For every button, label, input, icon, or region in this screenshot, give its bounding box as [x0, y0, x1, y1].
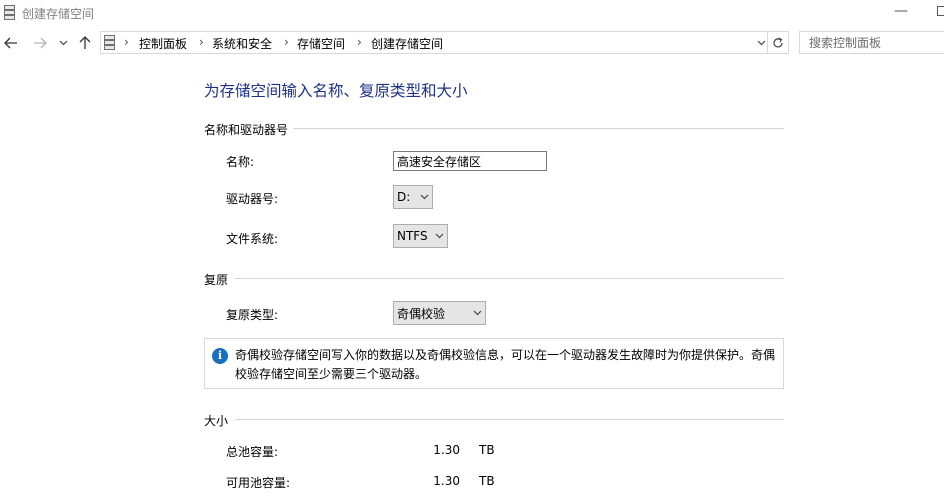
- page-title: 为存储空间输入名称、复原类型和大小: [204, 82, 468, 100]
- breadcrumb-create-storage-space[interactable]: 创建存储空间: [371, 35, 443, 52]
- available-capacity-label: 可用池容量:: [226, 476, 291, 490]
- chevron-down-icon: [473, 310, 481, 316]
- breadcrumb-storage-spaces[interactable]: 存储空间: [297, 35, 345, 52]
- section-divider: [235, 419, 784, 420]
- breadcrumb-separator-icon: ›: [284, 35, 289, 49]
- file-system-label: 文件系统:: [226, 232, 279, 246]
- chevron-down-icon: [757, 40, 765, 46]
- forward-arrow-icon: [34, 37, 47, 49]
- chevron-down-icon: [420, 194, 428, 200]
- recent-locations-button[interactable]: [56, 32, 70, 54]
- section-title-size: 大小: [204, 414, 229, 428]
- total-capacity-unit: TB: [479, 443, 495, 457]
- drive-letter-select[interactable]: D:: [393, 185, 433, 209]
- back-arrow-icon: [4, 37, 17, 49]
- section-divider: [293, 128, 784, 129]
- resiliency-type-label: 复原类型:: [226, 308, 279, 322]
- name-label: 名称:: [226, 155, 255, 169]
- breadcrumb-control-panel[interactable]: 控制面板: [139, 35, 187, 52]
- up-arrow-icon: [79, 36, 91, 49]
- info-icon: i: [212, 348, 228, 364]
- name-field[interactable]: [393, 151, 547, 171]
- breadcrumb-separator-icon: ›: [199, 35, 204, 49]
- info-text: 奇偶校验存储空间写入你的数据以及奇偶校验信息，可以在一个驱动器发生故障时为你提供…: [235, 348, 776, 381]
- forward-button[interactable]: [31, 32, 49, 54]
- total-capacity-label: 总池容量:: [226, 445, 279, 459]
- total-capacity-value: 1.30: [433, 443, 460, 457]
- refresh-icon: [773, 36, 783, 47]
- search-input[interactable]: [799, 31, 944, 54]
- chevron-down-icon: [59, 40, 67, 46]
- control-panel-icon: [104, 35, 115, 50]
- address-dropdown-button[interactable]: [754, 34, 768, 52]
- section-title-name-drive: 名称和驱动器号: [204, 123, 289, 137]
- available-capacity-unit: TB: [479, 474, 495, 488]
- file-system-select[interactable]: NTFS: [393, 224, 448, 248]
- section-divider: [235, 278, 784, 279]
- section-title-resiliency: 复原: [204, 273, 229, 287]
- drive-letter-label: 驱动器号:: [226, 192, 279, 206]
- breadcrumb-separator-icon: ›: [357, 35, 362, 49]
- storage-spaces-icon: [4, 5, 15, 20]
- file-system-value: NTFS: [397, 229, 428, 243]
- refresh-button[interactable]: [768, 31, 789, 54]
- resiliency-type-select[interactable]: 奇偶校验: [393, 301, 486, 325]
- title-bar: 创建存储空间: [0, 0, 944, 28]
- window-title: 创建存储空间: [22, 7, 95, 21]
- chevron-down-icon: [435, 233, 443, 239]
- up-button[interactable]: [76, 32, 94, 54]
- available-capacity-value: 1.30: [433, 474, 460, 488]
- minimize-button[interactable]: —: [893, 2, 909, 22]
- breadcrumb-separator-icon: ›: [124, 35, 129, 49]
- maximize-button[interactable]: [937, 6, 944, 16]
- back-button[interactable]: [2, 32, 20, 54]
- resiliency-type-value: 奇偶校验: [397, 306, 446, 321]
- drive-letter-value: D:: [397, 190, 411, 204]
- breadcrumb-system-security[interactable]: 系统和安全: [212, 35, 272, 52]
